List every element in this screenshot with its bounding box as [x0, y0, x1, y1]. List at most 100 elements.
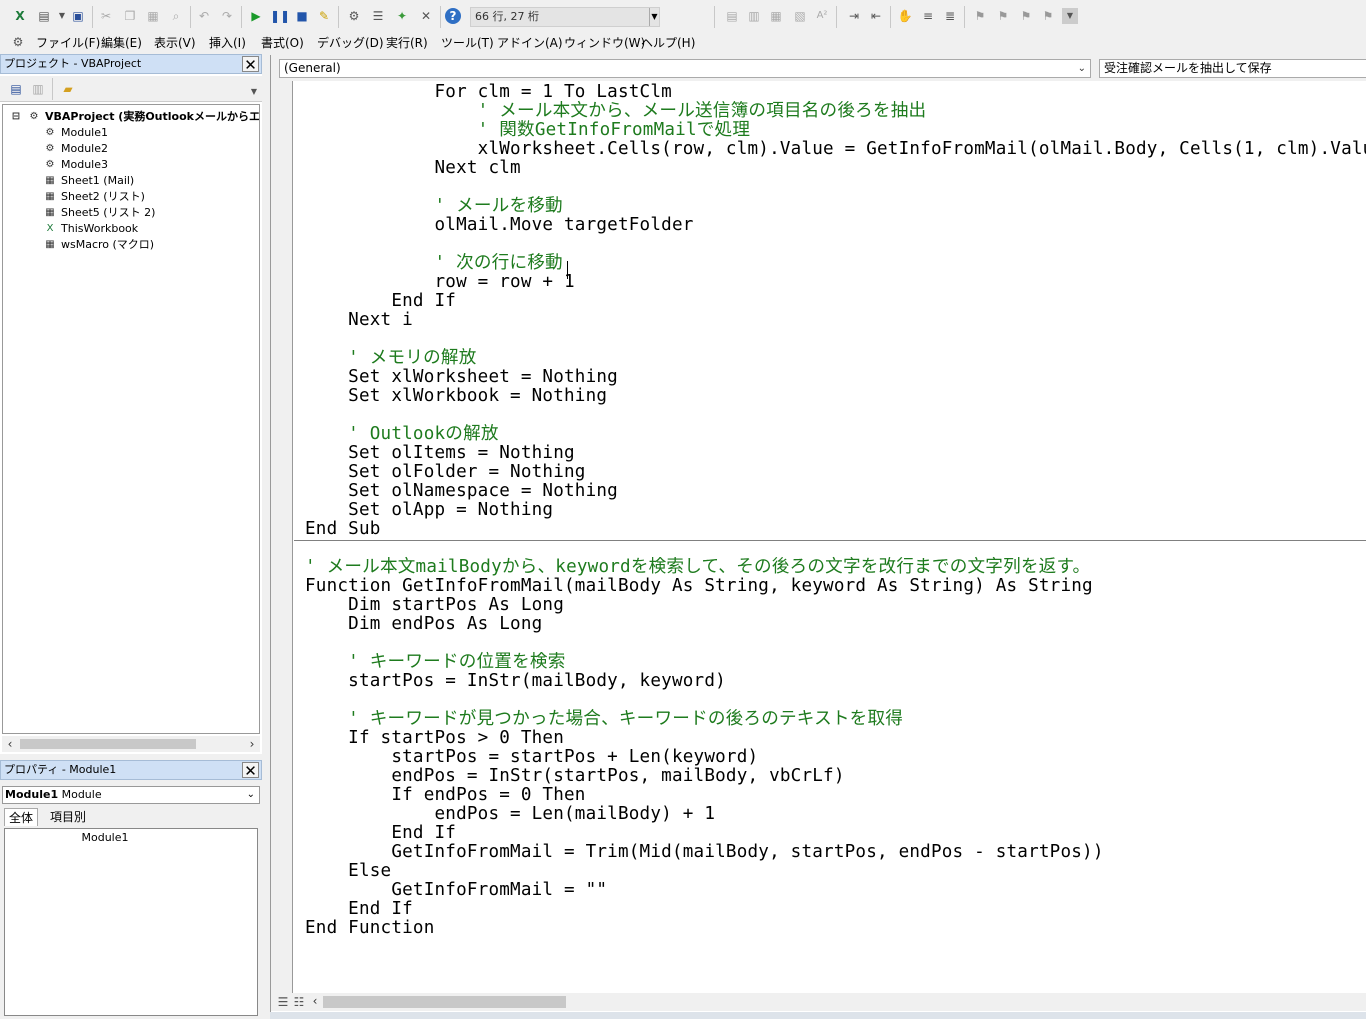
bookmark-icon[interactable]: ⚑	[972, 8, 988, 24]
code-line[interactable]: Next i	[305, 311, 413, 330]
tab-alphabetic[interactable]: 全体	[4, 808, 39, 826]
toolbar-options-icon[interactable]: ▼	[1062, 8, 1078, 24]
project-horizontal-scrollbar[interactable]: ‹ ›	[2, 736, 260, 752]
object-browser-icon[interactable]: ✦	[394, 8, 410, 24]
complete-word-icon[interactable]: A²	[814, 8, 830, 24]
uncomment-icon[interactable]: ≣	[942, 8, 958, 24]
code-line[interactable]: Set olFolder = Nothing	[305, 463, 586, 482]
code-comment-line[interactable]: ' Outlookの解放	[305, 425, 499, 444]
code-line[interactable]: Function GetInfoFromMail(mailBody As Str…	[305, 577, 1093, 596]
tree-item-thisworkbook[interactable]: X ThisWorkbook	[43, 221, 139, 237]
properties-icon[interactable]: ☰	[370, 8, 386, 24]
scrollbar-thumb[interactable]	[323, 996, 566, 1008]
code-line[interactable]: Else	[305, 862, 391, 881]
code-line[interactable]: olMail.Move targetFolder	[305, 216, 694, 235]
redo-icon[interactable]: ↷	[219, 8, 235, 24]
chevron-down-icon[interactable]: ▼	[649, 8, 659, 26]
close-icon[interactable]: ✕	[242, 56, 259, 73]
insert-module-icon[interactable]: ▤	[36, 8, 52, 24]
object-combo[interactable]: (General) ⌄	[279, 59, 1091, 78]
next-bookmark-icon[interactable]: ⚑	[995, 8, 1011, 24]
copy-icon[interactable]: ❐	[122, 8, 138, 24]
find-icon[interactable]: ⌕	[168, 8, 184, 24]
code-line[interactable]: endPos = InStr(startPos, mailBody, vbCrL…	[305, 767, 845, 786]
margin-indicator-bar[interactable]	[271, 81, 293, 993]
project-explorer-icon[interactable]: ⚙	[346, 8, 362, 24]
scroll-left-icon[interactable]: ‹	[2, 736, 18, 752]
cut-icon[interactable]: ✂	[98, 8, 114, 24]
menu-window[interactable]: ウィンドウ(W)	[564, 35, 645, 51]
previous-bookmark-icon[interactable]: ⚑	[1018, 8, 1034, 24]
tree-item-sheet2[interactable]: ▦ Sheet2 (リスト)	[43, 189, 145, 205]
menu-edit[interactable]: 編集(E)	[101, 35, 142, 51]
menu-file[interactable]: ファイル(F)	[36, 35, 100, 51]
chevron-down-icon[interactable]: ▼	[246, 84, 262, 100]
code-line[interactable]: End If	[305, 900, 413, 919]
code-line[interactable]: Set olNamespace = Nothing	[305, 482, 618, 501]
code-horizontal-scrollbar[interactable]: ☰ ☷ ‹	[271, 993, 1366, 1011]
code-comment-line[interactable]: ' メモリの解放	[305, 349, 477, 368]
code-line[interactable]: End Function	[305, 919, 435, 938]
code-line[interactable]: startPos = InStr(mailBody, keyword)	[305, 672, 726, 691]
view-code-icon[interactable]: ▤	[8, 81, 24, 97]
reset-icon[interactable]: ■	[294, 8, 310, 24]
tree-item-module1[interactable]: ⚙ Module1	[43, 125, 108, 141]
run-icon[interactable]: ▶	[248, 8, 264, 24]
code-line[interactable]: End If	[305, 292, 456, 311]
list-constants-icon[interactable]: ▥	[746, 8, 762, 24]
procedure-view-icon[interactable]: ☰	[275, 994, 291, 1010]
code-comment-line[interactable]: ' メール本文mailBodyから、keywordを検索して、その後ろの文字を改…	[305, 558, 1090, 577]
code-line[interactable]: For clm = 1 To LastClm	[305, 83, 672, 102]
code-line[interactable]: Set xlWorkbook = Nothing	[305, 387, 607, 406]
code-line[interactable]: If startPos > 0 Then	[305, 729, 564, 748]
code-line[interactable]: If endPos = 0 Then	[305, 786, 586, 805]
code-line[interactable]: row = row + 1	[305, 273, 575, 292]
code-line[interactable]: GetInfoFromMail = ""	[305, 881, 607, 900]
code-line[interactable]: startPos = startPos + Len(keyword)	[305, 748, 758, 767]
menu-insert[interactable]: 挿入(I)	[209, 35, 246, 51]
chevron-down-icon[interactable]: ⌄	[1078, 60, 1086, 77]
code-line[interactable]: End If	[305, 824, 456, 843]
scroll-right-icon[interactable]: ›	[244, 736, 260, 752]
collapse-icon[interactable]: ⊟	[9, 110, 23, 124]
menu-run[interactable]: 実行(R)	[386, 35, 428, 51]
toggle-folders-icon[interactable]: ▰	[60, 81, 76, 97]
menu-format[interactable]: 書式(O)	[261, 35, 304, 51]
outdent-icon[interactable]: ⇤	[868, 8, 884, 24]
code-comment-line[interactable]: ' 次の行に移動	[305, 254, 563, 273]
chevron-down-icon[interactable]: ⌄	[247, 787, 255, 803]
code-comment-line[interactable]: ' メール本文から、メール送信簿の項目名の後ろを抽出	[305, 102, 926, 121]
code-line[interactable]: End Sub	[305, 520, 381, 539]
code-line[interactable]: GetInfoFromMail = Trim(Mid(mailBody, sta…	[305, 843, 1104, 862]
code-comment-line[interactable]: ' 関数GetInfoFromMailで処理	[305, 121, 750, 140]
tab-categorized[interactable]: 項目別	[46, 808, 90, 826]
code-comment-line[interactable]: ' メールを移動	[305, 197, 563, 216]
full-module-view-icon[interactable]: ☷	[291, 994, 307, 1010]
menu-debug[interactable]: デバッグ(D)	[317, 35, 384, 51]
tree-item-wsmacro[interactable]: ▦ wsMacro (マクロ)	[43, 237, 154, 253]
object-select[interactable]: Module1 Module ⌄	[2, 786, 260, 804]
tree-item-vbaproject[interactable]: ⊟ ⚙ VBAProject (実務Outlookメールからエ	[9, 109, 259, 125]
save-icon[interactable]: ▣	[70, 8, 86, 24]
tree-item-module2[interactable]: ⚙ Module2	[43, 141, 108, 157]
code-comment-line[interactable]: ' キーワードの位置を検索	[305, 653, 566, 672]
toolbox-icon[interactable]: ✕	[418, 8, 434, 24]
menu-help[interactable]: ヘルプ(H)	[641, 35, 695, 51]
indent-icon[interactable]: ⇥	[846, 8, 862, 24]
undo-icon[interactable]: ↶	[196, 8, 212, 24]
clear-bookmarks-icon[interactable]: ⚑	[1040, 8, 1056, 24]
code-line[interactable]: xlWorksheet.Cells(row, clm).Value = GetI…	[305, 140, 1366, 159]
tree-item-module3[interactable]: ⚙ Module3	[43, 157, 108, 173]
break-icon[interactable]: ❚❚	[270, 8, 290, 24]
close-icon[interactable]: ✕	[242, 762, 259, 779]
parameter-info-icon[interactable]: ▧	[792, 8, 808, 24]
property-name-value[interactable]: Module1	[5, 831, 205, 844]
excel-icon[interactable]: X	[12, 8, 28, 24]
code-comment-line[interactable]: ' キーワードが見つかった場合、キーワードの後ろのテキストを取得	[305, 710, 903, 729]
menu-addins[interactable]: アドイン(A)	[497, 35, 563, 51]
code-line[interactable]: Next clm	[305, 159, 521, 178]
quick-info-icon[interactable]: ▦	[768, 8, 784, 24]
code-line[interactable]: endPos = Len(mailBody) + 1	[305, 805, 715, 824]
tree-item-sheet1[interactable]: ▦ Sheet1 (Mail)	[43, 173, 134, 189]
list-properties-icon[interactable]: ▤	[724, 8, 740, 24]
